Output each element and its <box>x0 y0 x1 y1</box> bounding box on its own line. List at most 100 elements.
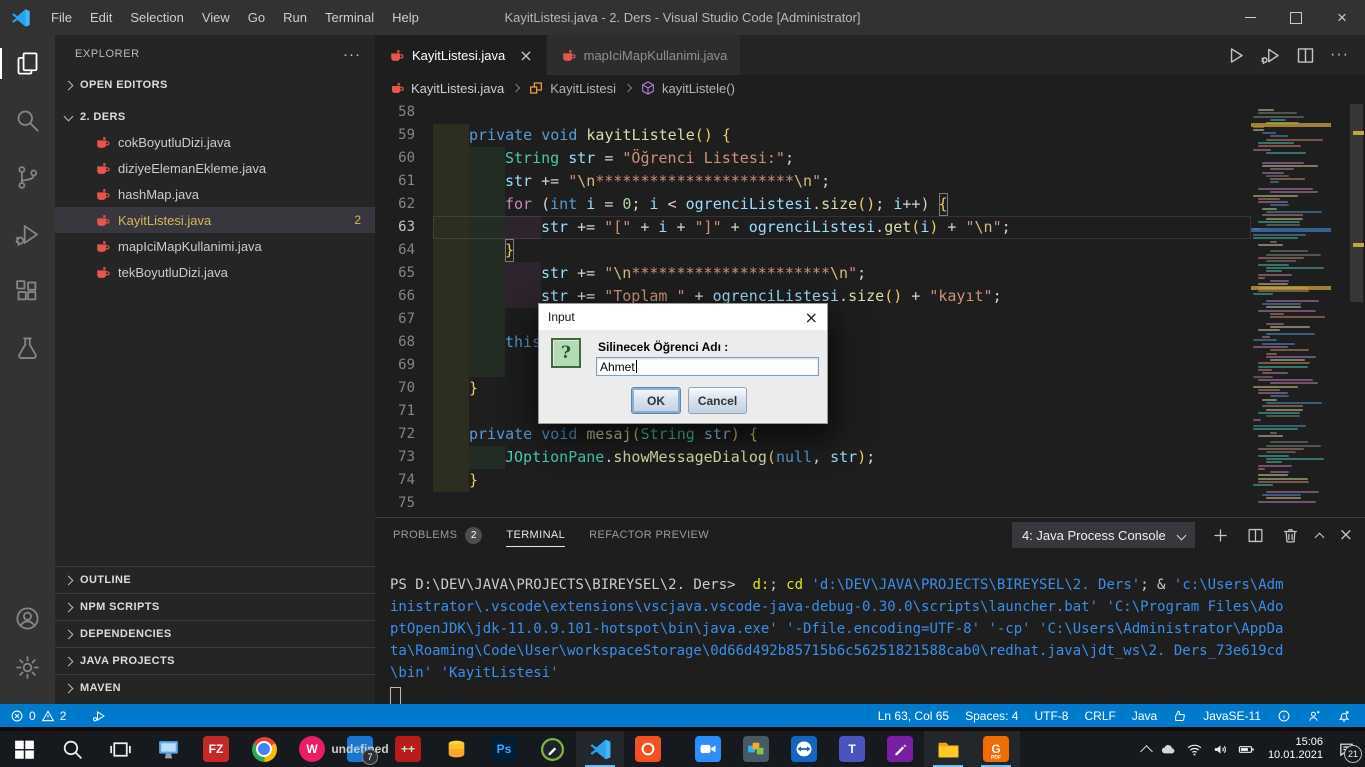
section-dependencies[interactable]: DEPENDENCIES <box>55 620 375 647</box>
app-photoshop[interactable]: Ps <box>480 731 528 767</box>
app-zoom[interactable] <box>684 731 732 767</box>
app-vmware[interactable] <box>732 731 780 767</box>
student-name-input[interactable]: Ahmet <box>596 357 819 376</box>
app-teams[interactable]: T <box>828 731 876 767</box>
code-editor[interactable]: 5859private void kayitListele() {60Strin… <box>375 101 1365 518</box>
panel-tab-problems[interactable]: PROBLEMS2 <box>393 518 482 552</box>
editor-tab-KayitListesi.java[interactable]: KayitListesi.java× <box>375 35 547 75</box>
activity-extensions[interactable] <box>0 263 55 320</box>
minimap[interactable] <box>1251 101 1331 518</box>
activity-testing[interactable] <box>0 320 55 377</box>
app-vscode[interactable] <box>576 731 624 767</box>
section-outline[interactable]: OUTLINE <box>55 566 375 593</box>
terminal-select[interactable]: 4: Java Process Console <box>1012 522 1195 548</box>
code-line-62[interactable]: 62for (int i = 0; i < ogrenciListesi.siz… <box>375 193 1365 216</box>
code-line-67[interactable]: 67 <box>375 308 1365 331</box>
taskbar-clock[interactable]: 15:06 10.01.2021 <box>1268 736 1323 762</box>
editor-scrollbar[interactable] <box>1348 101 1365 518</box>
terminal-output[interactable]: PS D:\DEV\JAVA\PROJECTS\BIREYSEL\2. Ders… <box>390 574 1345 706</box>
more-actions-button[interactable]: ··· <box>1330 46 1349 64</box>
taskbar-search[interactable] <box>48 731 96 767</box>
menu-help[interactable]: Help <box>383 0 428 35</box>
panel-tab-terminal[interactable]: TERMINAL <box>506 518 565 552</box>
close-panel-button[interactable]: × <box>1339 525 1353 545</box>
app-coins[interactable] <box>432 731 480 767</box>
code-line-70[interactable]: 70} <box>375 377 1365 400</box>
activity-account[interactable] <box>0 594 55 643</box>
app-eraser[interactable]: ++ <box>384 731 432 767</box>
start-button[interactable] <box>0 731 48 767</box>
activity-settings[interactable] <box>0 643 55 692</box>
wifi-icon[interactable] <box>1186 741 1203 758</box>
hidden-icons-chevron[interactable] <box>1140 745 1153 758</box>
app-chrome[interactable] <box>240 731 288 767</box>
code-line-65[interactable]: 65str += "\n**********************\n"; <box>375 262 1365 285</box>
app-filezilla[interactable]: FZ <box>192 731 240 767</box>
activity-run-debug[interactable] <box>0 206 55 263</box>
file-item-cokBoyutluDizi.java[interactable]: cokBoyutluDizi.java <box>55 129 375 155</box>
split-terminal-button[interactable] <box>1246 526 1265 545</box>
power-icon[interactable] <box>1238 741 1255 758</box>
cancel-button[interactable]: Cancel <box>688 387 747 414</box>
notifications-bell-icon[interactable] <box>1337 709 1351 723</box>
section-java-projects[interactable]: JAVA PROJECTS <box>55 647 375 674</box>
menu-file[interactable]: File <box>42 0 81 35</box>
feedback-icon[interactable] <box>1307 709 1321 723</box>
onedrive-icon[interactable] <box>1160 741 1177 758</box>
code-line-59[interactable]: 59private void kayitListele() { <box>375 124 1365 147</box>
maximize-panel-button[interactable] <box>1314 532 1324 542</box>
tab-close-icon[interactable]: × <box>519 46 532 65</box>
code-line-69[interactable]: 69 <box>375 354 1365 377</box>
app-computer[interactable] <box>144 731 192 767</box>
breadcrumb-item[interactable]: KayitListesi <box>550 81 616 96</box>
dialog-title-bar[interactable]: Input × <box>539 304 827 330</box>
code-line-58[interactable]: 58 <box>375 101 1365 124</box>
file-explorer[interactable] <box>924 731 972 767</box>
activity-search[interactable] <box>0 92 55 149</box>
code-line-60[interactable]: 60String str = "Öğrenci Listesi:"; <box>375 147 1365 170</box>
code-line-63[interactable]: 63str += "[" + i + "]" + ogrenciListesi.… <box>375 216 1365 239</box>
code-line-72[interactable]: 72private void mesaj(String str) { <box>375 423 1365 446</box>
menu-selection[interactable]: Selection <box>121 0 192 35</box>
app-teamviewer[interactable] <box>780 731 828 767</box>
maximize-button[interactable] <box>1273 0 1319 35</box>
language-mode[interactable]: Java <box>1132 709 1157 723</box>
code-line-66[interactable]: 66str += "Toplam " + ogrenciListesi.size… <box>375 285 1365 308</box>
editor-tab-mapIciMapKullanimi.java[interactable]: mapIciMapKullanimi.java <box>547 35 742 75</box>
file-item-KayitListesi.java[interactable]: KayitListesi.java2 <box>55 207 375 233</box>
menu-run[interactable]: Run <box>274 0 316 35</box>
code-line-75[interactable]: 75 <box>375 492 1365 515</box>
split-editor-button[interactable] <box>1295 45 1316 66</box>
code-line-71[interactable]: 71 <box>375 400 1365 423</box>
activity-source-control[interactable] <box>0 149 55 206</box>
cursor-position[interactable]: Ln 63, Col 65 <box>878 709 949 723</box>
open-editors-section[interactable]: OPEN EDITORS <box>55 73 375 97</box>
java-runtime[interactable]: JavaSE-11 <box>1203 709 1261 723</box>
app-screen-recorder[interactable] <box>528 731 576 767</box>
volume-icon[interactable] <box>1212 741 1229 758</box>
code-line-74[interactable]: 74} <box>375 469 1365 492</box>
app-gaaiho-pdf[interactable]: GPDF <box>972 731 1020 767</box>
breadcrumb-item[interactable]: KayitListesi.java <box>411 81 504 96</box>
section-npm-scripts[interactable]: NPM SCRIPTS <box>55 593 375 620</box>
minimize-button[interactable] <box>1227 0 1273 35</box>
close-button[interactable]: × <box>1319 0 1365 35</box>
code-line-73[interactable]: 73JOptionPane.showMessageDialog(null, st… <box>375 446 1365 469</box>
new-terminal-button[interactable] <box>1211 526 1230 545</box>
thumbs-up-icon[interactable] <box>1173 709 1187 723</box>
app-notes[interactable] <box>876 731 924 767</box>
file-item-mapIciMapKullanimi.java[interactable]: mapIciMapKullanimi.java <box>55 233 375 259</box>
folder-section[interactable]: 2. DERS <box>55 104 375 129</box>
task-view[interactable] <box>96 731 144 767</box>
breadcrumb[interactable]: KayitListesi.javaKayitListesikayitListel… <box>375 75 1365 101</box>
indentation[interactable]: Spaces: 4 <box>965 709 1018 723</box>
debug-status-icon[interactable] <box>92 709 106 723</box>
run-button[interactable] <box>1225 45 1246 66</box>
info-icon[interactable] <box>1277 709 1291 723</box>
problems-status[interactable]: 0 2 <box>0 709 106 723</box>
encoding[interactable]: UTF-8 <box>1034 709 1068 723</box>
explorer-actions-icon[interactable]: ··· <box>343 46 361 63</box>
eol-sequence[interactable]: CRLF <box>1084 709 1115 723</box>
section-maven[interactable]: MAVEN <box>55 674 375 701</box>
action-center-icon[interactable]: 21 <box>1338 741 1355 758</box>
